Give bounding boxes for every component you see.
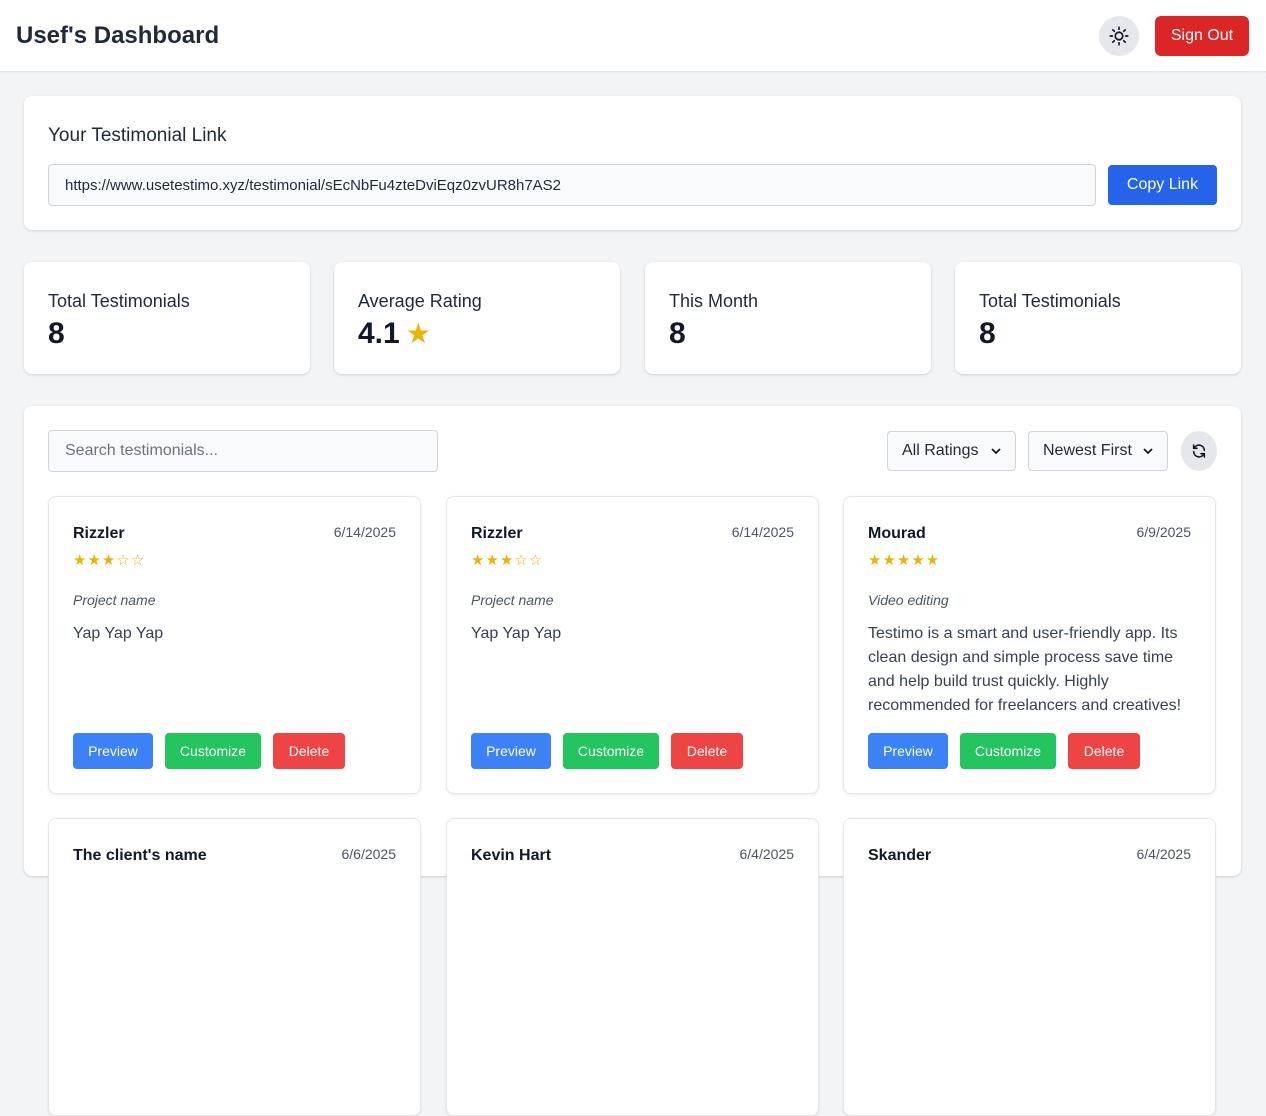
stat-card-average-rating: Average Rating 4.1 ★ xyxy=(334,262,620,374)
star-rating: ★★★☆☆ xyxy=(73,552,146,569)
testimonial-date: 6/6/2025 xyxy=(341,846,397,862)
sun-icon xyxy=(1109,26,1129,46)
testimonial-card: The client's name 6/6/2025 xyxy=(48,818,421,1116)
sign-out-button[interactable]: Sign Out xyxy=(1155,16,1249,56)
testimonial-text: Testimo is a smart and user-friendly app… xyxy=(868,625,1182,714)
sort-order-select[interactable]: Newest First xyxy=(1028,431,1168,471)
client-name: The client's name xyxy=(73,847,207,864)
stat-value: 4.1 xyxy=(358,317,400,350)
star-rating: ★★★☆☆ xyxy=(471,552,544,569)
client-name: Mourad xyxy=(868,525,926,542)
project-name: Project name xyxy=(73,592,156,608)
stat-label: Average Rating xyxy=(358,291,482,311)
testimonial-text: Yap Yap Yap xyxy=(73,625,164,642)
preview-button[interactable]: Preview xyxy=(471,733,551,769)
testimonial-date: 6/9/2025 xyxy=(1136,524,1192,540)
testimonial-date: 6/4/2025 xyxy=(1136,846,1192,862)
client-name: Rizzler xyxy=(471,525,523,542)
theme-toggle-button[interactable] xyxy=(1099,16,1139,56)
project-name: Video editing xyxy=(868,592,949,608)
testimonial-card: Kevin Hart 6/4/2025 xyxy=(446,818,819,1116)
rating-filter-select[interactable]: All Ratings xyxy=(887,431,1016,471)
stat-label: Total Testimonials xyxy=(48,291,190,311)
testimonial-card: Skander 6/4/2025 xyxy=(843,818,1216,1116)
stat-card-this-month: This Month 8 xyxy=(645,262,931,374)
testimonial-card: Rizzler 6/14/2025 ★★★☆☆ Project name Yap… xyxy=(48,496,421,794)
stat-card-total: Total Testimonials 8 xyxy=(24,262,310,374)
testimonials-panel: All Ratings Newest First Rizzler 6/14/20… xyxy=(24,406,1241,1116)
stat-label: This Month xyxy=(669,291,759,311)
testimonial-card: Rizzler 6/14/2025 ★★★☆☆ Project name Yap… xyxy=(446,496,819,794)
client-name: Skander xyxy=(868,847,932,864)
stat-value: 8 xyxy=(979,317,996,350)
stat-label: Total Testimonials xyxy=(979,291,1121,311)
chevron-down-icon xyxy=(991,448,1001,455)
refresh-icon xyxy=(1192,444,1206,458)
testimonial-date: 6/14/2025 xyxy=(731,524,794,540)
star-rating: ★★★★★ xyxy=(868,552,941,569)
stat-value: 8 xyxy=(669,317,686,350)
preview-button[interactable]: Preview xyxy=(868,733,948,769)
preview-button[interactable]: Preview xyxy=(73,733,153,769)
delete-button[interactable]: Delete xyxy=(1068,733,1140,769)
testimonial-link-field[interactable] xyxy=(48,164,1096,206)
customize-button[interactable]: Customize xyxy=(165,733,261,769)
top-header: Usef's Dashboard Sign Out xyxy=(0,0,1266,72)
star-icon: ★ xyxy=(405,318,431,349)
rating-filter-value: All Ratings xyxy=(902,442,979,459)
copy-link-button[interactable]: Copy Link xyxy=(1108,165,1217,205)
stat-value: 8 xyxy=(48,317,65,350)
refresh-button[interactable] xyxy=(1181,431,1217,471)
delete-button[interactable]: Delete xyxy=(671,733,743,769)
delete-button[interactable]: Delete xyxy=(273,733,345,769)
chevron-down-icon xyxy=(1143,448,1153,455)
testimonial-card: Mourad 6/9/2025 ★★★★★ Video editing Test… xyxy=(843,496,1216,794)
page-title: Usef's Dashboard xyxy=(16,22,220,49)
link-section-title: Your Testimonial Link xyxy=(48,125,227,146)
project-name: Project name xyxy=(471,592,554,608)
client-name: Rizzler xyxy=(73,525,125,542)
customize-button[interactable]: Customize xyxy=(960,733,1056,769)
client-name: Kevin Hart xyxy=(471,847,552,864)
stat-card-total-2: Total Testimonials 8 xyxy=(955,262,1241,374)
sort-order-value: Newest First xyxy=(1043,442,1132,459)
search-input[interactable] xyxy=(48,430,438,472)
stat-value-wrap: 4.1 ★ xyxy=(358,317,431,351)
testimonial-date: 6/14/2025 xyxy=(333,524,396,540)
testimonial-link-card: Your Testimonial Link Copy Link xyxy=(24,96,1241,230)
testimonial-date: 6/4/2025 xyxy=(739,846,795,862)
testimonial-text: Yap Yap Yap xyxy=(471,625,562,642)
customize-button[interactable]: Customize xyxy=(563,733,659,769)
